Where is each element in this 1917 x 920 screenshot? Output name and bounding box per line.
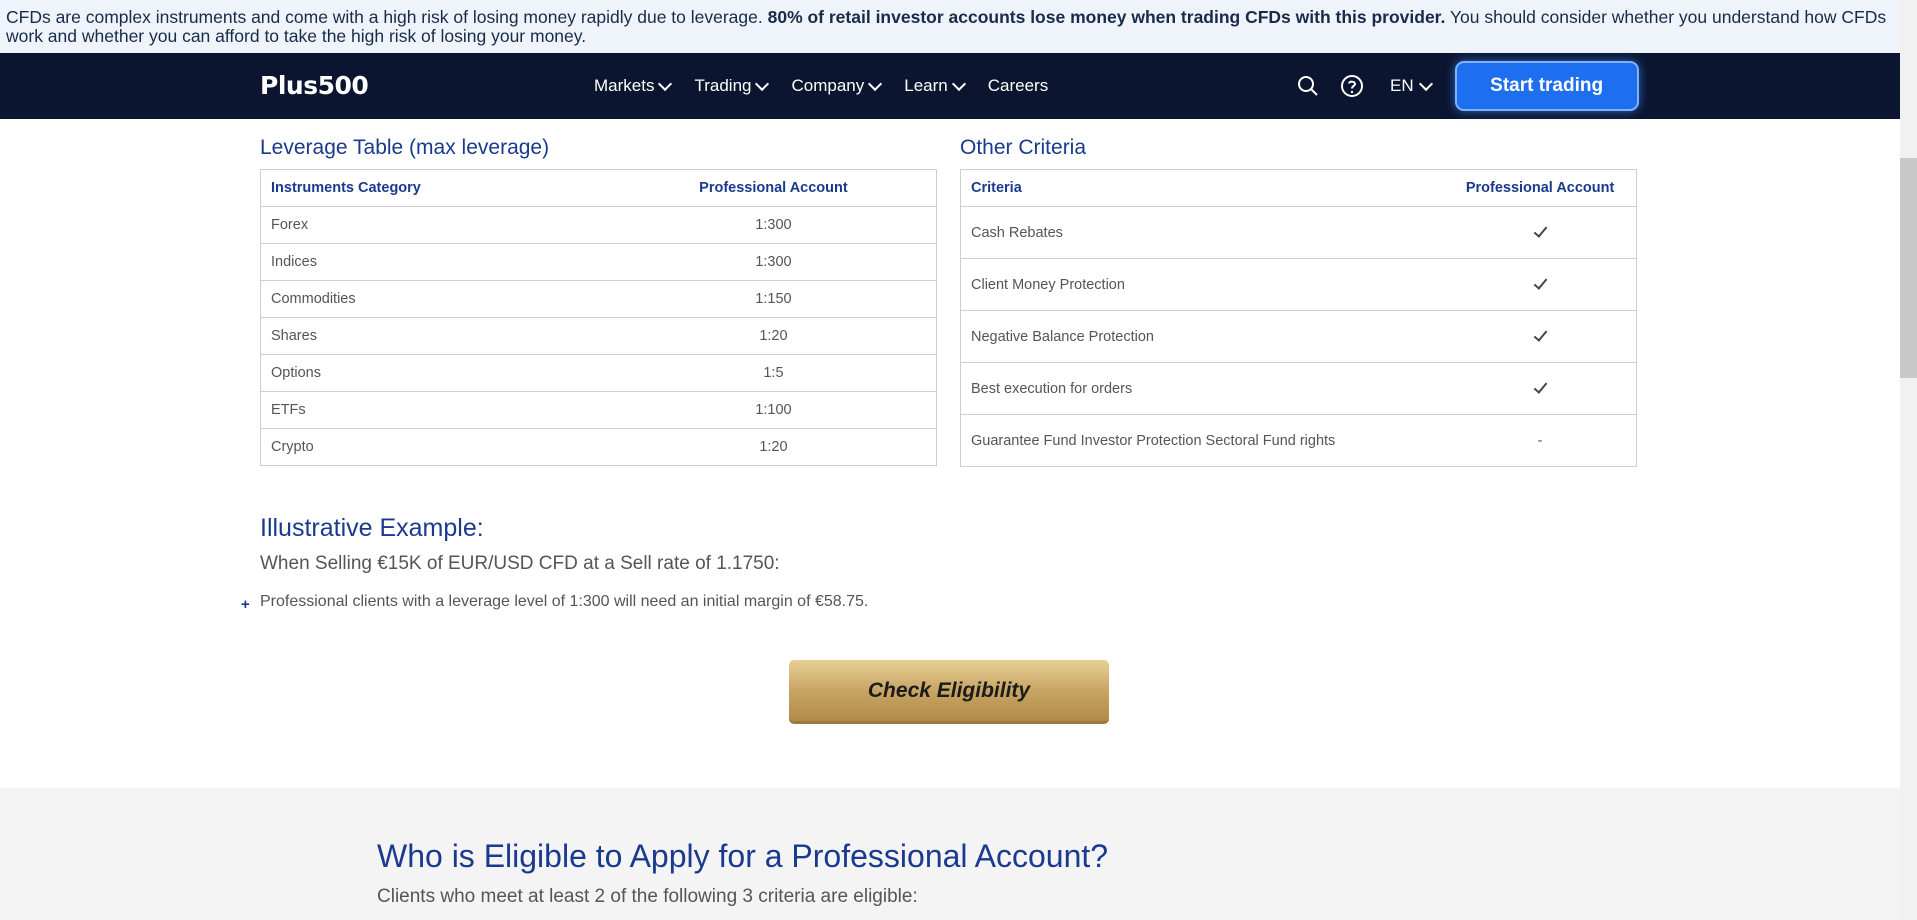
nav-item-label: Trading bbox=[694, 76, 752, 95]
table-cell: 1:300 bbox=[610, 206, 937, 244]
language-selector[interactable]: EN bbox=[1390, 76, 1433, 96]
table-cell: Negative Balance Protection bbox=[960, 310, 1445, 363]
table-cell: 1:20 bbox=[610, 428, 937, 466]
table-cell: Indices bbox=[260, 243, 611, 281]
chevron-down-icon bbox=[951, 76, 966, 92]
table-row: Commodities 1:150 bbox=[260, 280, 937, 318]
checkmark-icon bbox=[1533, 222, 1547, 238]
chevron-down-icon bbox=[868, 76, 883, 92]
nav-item-label: Learn bbox=[904, 76, 948, 95]
checkmark-icon bbox=[1533, 326, 1547, 342]
other-criteria-table: Criteria Professional Account Cash Rebat… bbox=[960, 169, 1637, 467]
table-row: ETFs 1:100 bbox=[260, 391, 937, 429]
nav-item-trading[interactable]: Trading bbox=[694, 76, 770, 96]
nav-item-label: Markets bbox=[594, 76, 655, 95]
table-cell: Shares bbox=[260, 317, 611, 355]
table-cell: 1:5 bbox=[610, 354, 937, 392]
table-row: Shares 1:20 bbox=[260, 317, 937, 355]
table-cell: 1:20 bbox=[610, 317, 937, 355]
nav-item-careers[interactable]: Careers bbox=[988, 76, 1048, 96]
table-header: Instruments Category bbox=[260, 169, 611, 207]
table-row: Crypto 1:20 bbox=[260, 428, 937, 466]
illustrative-example-subtitle: When Selling €15K of EUR/USD CFD at a Se… bbox=[260, 553, 780, 574]
table-cell: - bbox=[1444, 414, 1637, 467]
page: CFDs are complex instruments and come wi… bbox=[0, 0, 1917, 920]
plus-bullet-icon: + bbox=[241, 596, 250, 613]
table-cell bbox=[1444, 362, 1637, 415]
table-row: Client Money Protection bbox=[960, 258, 1637, 311]
chevron-down-icon bbox=[658, 76, 673, 92]
table-cell: Guarantee Fund Investor Protection Secto… bbox=[960, 414, 1445, 467]
table-cell: Best execution for orders bbox=[960, 362, 1445, 415]
table-cell bbox=[1444, 258, 1637, 311]
table-row: Guarantee Fund Investor Protection Secto… bbox=[960, 414, 1637, 467]
start-trading-button[interactable]: Start trading bbox=[1454, 61, 1639, 111]
search-icon[interactable] bbox=[1294, 72, 1322, 100]
table-row: Best execution for orders bbox=[960, 362, 1637, 415]
chevron-down-icon bbox=[1418, 76, 1433, 92]
top-navigation: Plus500 Markets Trading Company Learn Ca… bbox=[0, 53, 1900, 119]
table-row: Forex 1:300 bbox=[260, 206, 937, 244]
checkmark-icon bbox=[1533, 274, 1547, 290]
check-eligibility-button[interactable]: Check Eligibility bbox=[789, 660, 1109, 724]
eligibility-title: Who is Eligible to Apply for a Professio… bbox=[377, 838, 1109, 874]
table-cell: Cash Rebates bbox=[960, 206, 1445, 259]
illustrative-example-bullet: Professional clients with a leverage lev… bbox=[260, 593, 869, 610]
table-row: Negative Balance Protection bbox=[960, 310, 1637, 363]
nav-actions: EN Start trading bbox=[1294, 53, 1639, 119]
table-cell: 1:100 bbox=[610, 391, 937, 429]
nav-item-label: Company bbox=[791, 76, 865, 95]
table-header: Professional Account bbox=[1444, 169, 1637, 207]
table-header-row: Criteria Professional Account bbox=[960, 169, 1637, 207]
language-label: EN bbox=[1390, 76, 1414, 95]
nav-item-learn[interactable]: Learn bbox=[904, 76, 966, 96]
risk-warning-banner: CFDs are complex instruments and come wi… bbox=[0, 0, 1900, 53]
other-criteria-title: Other Criteria bbox=[960, 136, 1087, 159]
page-scrollbar[interactable] bbox=[1900, 0, 1917, 920]
table-cell: Forex bbox=[260, 206, 611, 244]
chevron-down-icon bbox=[755, 76, 770, 92]
risk-warning-text: CFDs are complex instruments and come wi… bbox=[6, 7, 768, 27]
main-menu: Markets Trading Company Learn Careers bbox=[594, 53, 1072, 119]
table-cell: Crypto bbox=[260, 428, 611, 466]
table-cell: 1:150 bbox=[610, 280, 937, 318]
eligibility-subtitle: Clients who meet at least 2 of the follo… bbox=[377, 886, 918, 907]
table-row: Cash Rebates bbox=[960, 206, 1637, 259]
table-row: Options 1:5 bbox=[260, 354, 937, 392]
checkmark-icon bbox=[1533, 378, 1547, 394]
help-icon[interactable] bbox=[1338, 72, 1366, 100]
nav-item-company[interactable]: Company bbox=[791, 76, 883, 96]
table-header-row: Instruments Category Professional Accoun… bbox=[260, 169, 937, 207]
table-cell: ETFs bbox=[260, 391, 611, 429]
nav-item-markets[interactable]: Markets bbox=[594, 76, 673, 96]
table-cell: Client Money Protection bbox=[960, 258, 1445, 311]
nav-item-label: Careers bbox=[987, 76, 1049, 95]
table-header: Criteria bbox=[960, 169, 1445, 207]
scrollbar-thumb[interactable] bbox=[1900, 158, 1917, 378]
table-cell: 1:300 bbox=[610, 243, 937, 281]
table-row: Indices 1:300 bbox=[260, 243, 937, 281]
table-cell bbox=[1444, 310, 1637, 363]
risk-warning-bold-text: 80% of retail investor accounts lose mon… bbox=[767, 7, 1446, 27]
leverage-table: Instruments Category Professional Accoun… bbox=[260, 169, 937, 466]
table-header: Professional Account bbox=[610, 169, 937, 207]
plus500-logo[interactable]: Plus500 bbox=[260, 71, 369, 100]
table-cell: Options bbox=[260, 354, 611, 392]
illustrative-example-title: Illustrative Example: bbox=[260, 514, 484, 542]
leverage-table-title: Leverage Table (max leverage) bbox=[260, 136, 550, 159]
table-cell bbox=[1444, 206, 1637, 259]
table-cell: Commodities bbox=[260, 280, 611, 318]
